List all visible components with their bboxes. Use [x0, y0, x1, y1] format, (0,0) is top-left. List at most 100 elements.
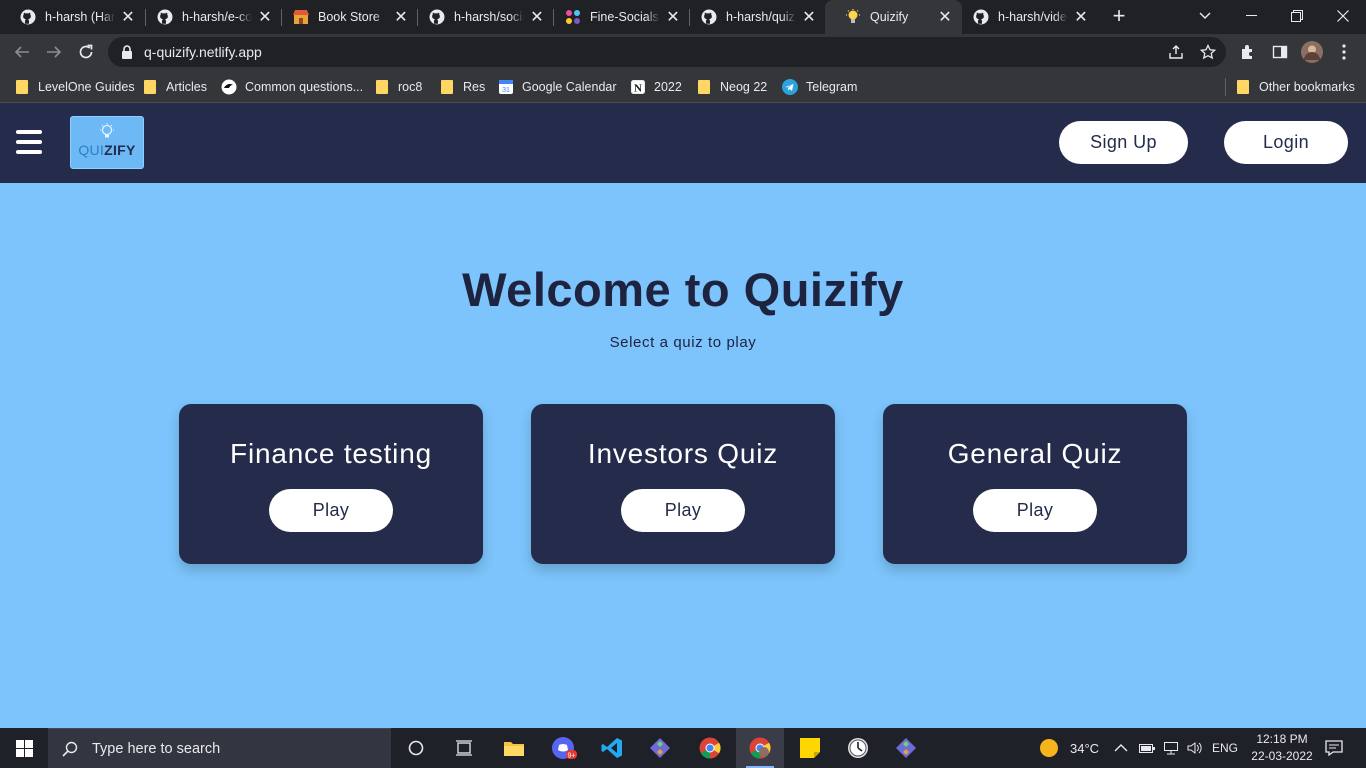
login-button[interactable]: Login — [1224, 121, 1348, 164]
tab-github-profile[interactable]: h-harsh (Harsh ✕ — [0, 0, 145, 34]
tab-title: h-harsh (Harsh — [45, 10, 115, 24]
sign-up-button[interactable]: Sign Up — [1059, 121, 1188, 164]
close-icon[interactable]: ✕ — [800, 8, 818, 26]
quiz-title: General Quiz — [947, 438, 1123, 469]
close-window-button[interactable] — [1320, 0, 1366, 32]
side-panel-button[interactable] — [1266, 38, 1294, 66]
avatar-icon — [1301, 41, 1323, 63]
volume-indicator[interactable] — [1187, 728, 1203, 768]
share-button[interactable] — [1162, 38, 1190, 66]
profile-avatar[interactable] — [1298, 38, 1326, 66]
address-bar[interactable]: q-quizify.netlify.app — [108, 37, 1226, 67]
tab-search-button[interactable] — [1182, 0, 1228, 32]
tab-title: h-harsh/video — [998, 10, 1068, 24]
restore-button[interactable] — [1274, 0, 1320, 32]
close-icon[interactable]: ✕ — [664, 8, 682, 26]
reload-icon — [79, 44, 93, 59]
folder-icon — [439, 79, 455, 95]
tab-github-ecomm[interactable]: h-harsh/e-comm ✕ — [137, 0, 282, 34]
clock-app[interactable] — [834, 728, 882, 768]
quizify-logo[interactable]: QUIZIFY — [70, 116, 144, 169]
action-center-button[interactable] — [1325, 728, 1343, 768]
close-icon[interactable]: ✕ — [256, 8, 274, 26]
show-hidden-icons-button[interactable] — [1114, 728, 1128, 768]
weather-widget[interactable]: 34°C — [1038, 728, 1099, 768]
tab-github-social[interactable]: h-harsh/social ✕ — [409, 0, 554, 34]
github-icon — [157, 9, 173, 25]
tab-strip: h-harsh (Harsh ✕ h-harsh/e-comm ✕ Book S… — [0, 0, 1366, 34]
extensions-button[interactable] — [1234, 38, 1262, 66]
url-text: q-quizify.netlify.app — [144, 44, 262, 60]
minimize-button[interactable] — [1228, 0, 1274, 32]
tab-fine-socials[interactable]: Fine-Socials ✕ — [545, 0, 690, 34]
site-icon — [221, 79, 237, 95]
bookmark-other-bookmarks[interactable]: Other bookmarks — [1235, 76, 1355, 98]
vscode-app[interactable] — [588, 728, 636, 768]
sun-icon — [1040, 739, 1058, 757]
play-button[interactable]: Play — [973, 489, 1097, 532]
close-icon[interactable]: ✕ — [119, 8, 137, 26]
close-icon[interactable]: ✕ — [1072, 8, 1090, 26]
task-view-button[interactable] — [440, 728, 488, 768]
tab-github-video[interactable]: h-harsh/video ✕ — [953, 0, 1098, 34]
close-icon[interactable]: ✕ — [936, 8, 954, 26]
network-indicator[interactable] — [1163, 728, 1179, 768]
chrome-profile-app[interactable] — [736, 728, 784, 768]
close-icon[interactable]: ✕ — [528, 8, 546, 26]
notification-badge: 9+ — [568, 753, 576, 760]
hamburger-menu-button[interactable] — [16, 130, 42, 154]
back-arrow-icon — [14, 46, 29, 58]
start-button[interactable] — [0, 728, 48, 768]
bookmark-label: Common questions... — [245, 80, 364, 94]
forward-button[interactable] — [40, 38, 68, 66]
taskbar-clock[interactable]: 12:18 PM 22-03-2022 — [1242, 731, 1322, 765]
side-panel-icon — [1272, 45, 1288, 59]
windows-logo-icon — [15, 739, 33, 757]
language-indicator[interactable]: ENG — [1212, 728, 1238, 768]
bookmark-2022[interactable]: N 2022 — [630, 76, 682, 98]
git-app-2[interactable] — [882, 728, 930, 768]
bookmark-roc8[interactable]: roc8 — [374, 76, 422, 98]
kebab-menu-icon — [1342, 44, 1346, 60]
sticky-notes-app[interactable] — [786, 728, 834, 768]
svg-text:31: 31 — [502, 87, 510, 94]
quiz-card: Investors Quiz Play — [531, 404, 835, 564]
bookmark-common-questions[interactable]: Common questions... — [221, 76, 363, 98]
task-view-icon — [456, 740, 472, 756]
reload-button[interactable] — [72, 38, 100, 66]
bookmark-telegram[interactable]: Telegram — [782, 76, 857, 98]
chrome-menu-button[interactable] — [1330, 38, 1358, 66]
puzzle-icon — [1242, 45, 1252, 59]
bookmark-star-button[interactable] — [1194, 38, 1222, 66]
bookmark-levelone-guides[interactable]: LevelOne Guides — [14, 76, 135, 98]
bookmark-articles[interactable]: Articles — [142, 76, 207, 98]
file-explorer-app[interactable] — [490, 728, 538, 768]
volume-icon — [1187, 742, 1202, 754]
tab-quizify-active[interactable]: Quizify ✕ — [825, 0, 962, 34]
back-button[interactable] — [8, 38, 36, 66]
bookmark-res[interactable]: Res — [439, 76, 485, 98]
cortana-button[interactable] — [392, 728, 440, 768]
play-button[interactable]: Play — [621, 489, 745, 532]
tab-title: Fine-Socials — [590, 10, 659, 24]
git-app[interactable] — [636, 728, 684, 768]
battery-indicator[interactable] — [1139, 728, 1155, 768]
bookmark-google-calendar[interactable]: 31 Google Calendar — [498, 76, 617, 98]
folder-icon — [142, 79, 158, 95]
close-icon[interactable]: ✕ — [392, 8, 410, 26]
bookmark-neog-22[interactable]: Neog 22 — [696, 76, 767, 98]
bookmark-label: Neog 22 — [720, 80, 768, 94]
store-icon — [293, 9, 309, 25]
chrome-app[interactable] — [686, 728, 734, 768]
folder-icon — [504, 742, 524, 756]
play-button[interactable]: Play — [269, 489, 393, 532]
discord-app[interactable]: 9+ — [540, 728, 588, 768]
tab-book-store[interactable]: Book Store ✕ — [273, 0, 418, 34]
browser-toolbar: q-quizify.netlify.app — [0, 34, 1366, 70]
tab-github-quiz[interactable]: h-harsh/quiz ✕ — [681, 0, 826, 34]
taskbar-search-box[interactable]: Type here to search — [48, 728, 391, 768]
app-navbar: QUIZIFY Sign Up Login — [0, 103, 1366, 183]
new-tab-button[interactable]: + — [1108, 5, 1130, 28]
temperature-text: 34°C — [1070, 740, 1100, 756]
git-diamond-icon — [896, 738, 916, 758]
